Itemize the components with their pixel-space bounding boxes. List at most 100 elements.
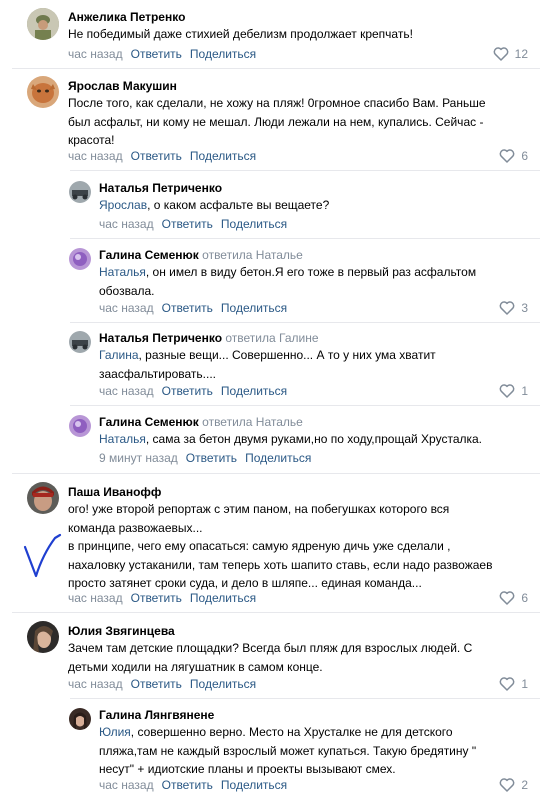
comment-meta: час назад Ответить Поделиться	[99, 778, 287, 792]
comment-author[interactable]: Анжелика Петренко	[68, 10, 185, 24]
like-count: 6	[521, 148, 528, 163]
comment-text: Наталья, сама за бетон двумя руками,но п…	[99, 432, 483, 446]
comment-text: Наталья, он имел в виду бетон.Я его тоже…	[99, 265, 477, 298]
reply-button[interactable]: Ответить	[162, 384, 213, 398]
share-button[interactable]: Поделиться	[190, 47, 256, 61]
like-button[interactable]: 6	[499, 590, 528, 605]
comment-text: Не победимый даже стихией дебелизм продо…	[68, 27, 413, 41]
mention-link[interactable]: Наталья	[99, 432, 146, 446]
comment-author[interactable]: Галина Семенюк ответила Наталье	[99, 415, 303, 429]
reply-button[interactable]: Ответить	[162, 778, 213, 792]
like-button[interactable]: 1	[499, 383, 528, 398]
heart-icon	[499, 591, 515, 605]
divider	[12, 473, 540, 474]
comment-time[interactable]: час назад	[99, 301, 154, 315]
share-button[interactable]: Поделиться	[190, 591, 256, 605]
like-button[interactable]: 12	[493, 46, 528, 61]
like-button[interactable]: 6	[499, 148, 528, 163]
divider	[70, 170, 540, 171]
comment-author[interactable]: Галина Лянгвянене	[99, 708, 214, 722]
like-count: 3	[521, 300, 528, 315]
comment-meta: час назад Ответить Поделиться	[68, 677, 256, 691]
avatar[interactable]	[69, 415, 91, 437]
avatar[interactable]	[69, 181, 91, 203]
comment-text: После того, как сделали, не хожу на пляж…	[68, 96, 486, 147]
reply-button[interactable]: Ответить	[186, 451, 237, 465]
reply-to-label[interactable]: ответила Наталье	[202, 248, 303, 262]
reply-to-label[interactable]: ответила Наталье	[202, 415, 303, 429]
comment-author[interactable]: Наталья Петриченко ответила Галине	[99, 331, 319, 345]
comment-author[interactable]: Ярослав Макушин	[68, 79, 177, 93]
comment-text: Зачем там детские площадки? Всегда был п…	[68, 641, 473, 674]
mention-link[interactable]: Наталья	[99, 265, 146, 279]
divider	[12, 68, 540, 69]
avatar[interactable]	[27, 76, 59, 108]
reply-button[interactable]: Ответить	[162, 217, 213, 231]
share-button[interactable]: Поделиться	[221, 384, 287, 398]
comment-meta: час назад Ответить Поделиться	[68, 591, 256, 605]
reply-to-label[interactable]: ответила Галине	[225, 331, 318, 345]
comment-text: Ярослав, о каком асфальте вы вещаете?	[99, 198, 330, 212]
comment-author[interactable]: Юлия Звягинцева	[68, 624, 175, 638]
comment-meta: час назад Ответить Поделиться	[99, 217, 287, 231]
like-button[interactable]: 1	[499, 676, 528, 691]
like-count: 12	[514, 46, 528, 61]
divider	[70, 322, 540, 323]
reply-button[interactable]: Ответить	[131, 149, 182, 163]
mention-link[interactable]: Галина	[99, 348, 139, 362]
heart-icon	[493, 47, 509, 61]
mention-link[interactable]: Ярослав	[99, 198, 147, 212]
share-button[interactable]: Поделиться	[245, 451, 311, 465]
share-button[interactable]: Поделиться	[221, 301, 287, 315]
like-count: 6	[521, 590, 528, 605]
comment-time[interactable]: 9 минут назад	[99, 451, 178, 465]
avatar[interactable]	[27, 8, 59, 40]
comment-meta: час назад Ответить Поделиться	[99, 384, 287, 398]
heart-icon	[499, 778, 515, 792]
heart-icon	[499, 677, 515, 691]
comment-time[interactable]: час назад	[99, 217, 154, 231]
divider	[70, 405, 540, 406]
comment-meta: час назад Ответить Поделиться	[99, 301, 287, 315]
avatar[interactable]	[69, 248, 91, 270]
comment-time[interactable]: час назад	[99, 384, 154, 398]
reply-button[interactable]: Ответить	[131, 591, 182, 605]
comment-text: Галина, разные вещи... Совершенно... А т…	[99, 348, 436, 381]
comment-author[interactable]: Паша Иванофф	[68, 485, 161, 499]
handwritten-checkmark-icon	[23, 533, 62, 578]
heart-icon	[499, 301, 515, 315]
comment-author[interactable]: Наталья Петриченко	[99, 181, 222, 195]
avatar[interactable]	[27, 621, 59, 653]
comment-time[interactable]: час назад	[99, 778, 154, 792]
like-count: 1	[521, 676, 528, 691]
avatar[interactable]	[27, 482, 59, 514]
comment-time[interactable]: час назад	[68, 47, 123, 61]
reply-button[interactable]: Ответить	[162, 301, 213, 315]
heart-icon	[499, 384, 515, 398]
share-button[interactable]: Поделиться	[221, 217, 287, 231]
heart-icon	[499, 149, 515, 163]
comment-text: Юлия, совершенно верно. Место на Хрустал…	[99, 725, 477, 776]
divider	[12, 612, 540, 613]
comment-meta: час назад Ответить Поделиться	[68, 149, 256, 163]
comment-time[interactable]: час назад	[68, 149, 123, 163]
comment-text: ого! уже второй репортаж с этим паном, н…	[68, 502, 493, 590]
comment-time[interactable]: час назад	[68, 677, 123, 691]
reply-button[interactable]: Ответить	[131, 677, 182, 691]
avatar[interactable]	[69, 331, 91, 353]
comment-meta: 9 минут назад Ответить Поделиться	[99, 451, 311, 465]
share-button[interactable]: Поделиться	[190, 149, 256, 163]
share-button[interactable]: Поделиться	[221, 778, 287, 792]
like-count: 2	[521, 777, 528, 792]
comment-meta: час назад Ответить Поделиться	[68, 47, 256, 61]
reply-button[interactable]: Ответить	[131, 47, 182, 61]
divider	[70, 698, 540, 699]
like-button[interactable]: 2	[499, 777, 528, 792]
comment-time[interactable]: час назад	[68, 591, 123, 605]
like-count: 1	[521, 383, 528, 398]
mention-link[interactable]: Юлия	[99, 725, 131, 739]
comment-author[interactable]: Галина Семенюк ответила Наталье	[99, 248, 303, 262]
share-button[interactable]: Поделиться	[190, 677, 256, 691]
avatar[interactable]	[69, 708, 91, 730]
like-button[interactable]: 3	[499, 300, 528, 315]
